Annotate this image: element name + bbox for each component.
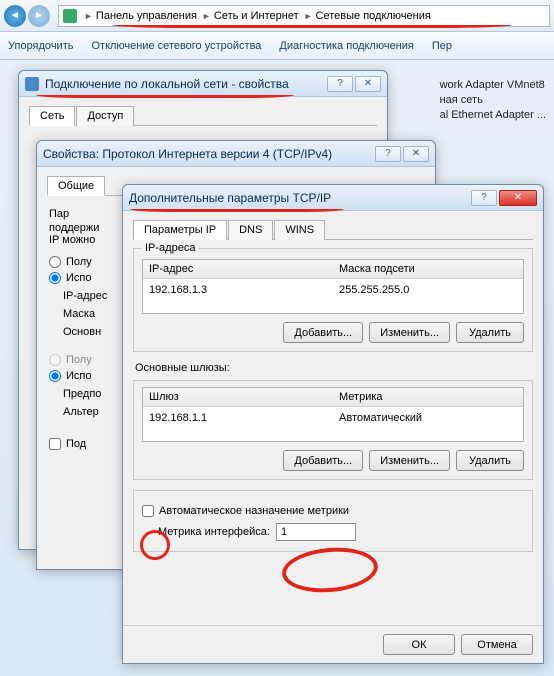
add-button[interactable]: Добавить... — [283, 322, 363, 343]
add-button[interactable]: Добавить... — [283, 450, 363, 471]
close-button[interactable]: ✕ — [403, 146, 429, 162]
radio-obtain-ip-auto[interactable] — [49, 256, 61, 268]
network-icon — [25, 77, 39, 91]
label-gateway: Основн — [63, 326, 101, 338]
cancel-button[interactable]: Отмена — [461, 634, 533, 655]
th-metric: Метрика — [333, 388, 523, 406]
annotation-underline — [36, 92, 294, 98]
label-alt-dns: Альтер — [63, 406, 99, 418]
back-button[interactable]: ◄ — [4, 5, 26, 27]
input-interface-metric[interactable] — [276, 523, 356, 541]
delete-button[interactable]: Удалить — [456, 322, 524, 343]
edit-button[interactable]: Изменить... — [369, 450, 450, 471]
label-mask: Маска — [63, 308, 95, 320]
label-ip: IP-адрес — [63, 290, 107, 302]
radio-use-dns[interactable] — [49, 370, 61, 382]
gateway-table: Шлюз Метрика 192.168.1.1 Автоматический — [142, 387, 524, 442]
tab-ip-settings[interactable]: Параметры IP — [133, 220, 227, 240]
th-mask: Маска подсети — [333, 260, 523, 278]
tab-access[interactable]: Доступ — [76, 106, 134, 126]
label-gateways: Основные шлюзы: — [135, 362, 533, 374]
toolbar-diagnose[interactable]: Диагностика подключения — [279, 40, 413, 52]
control-panel-icon — [63, 9, 77, 23]
window-title: Дополнительные параметры TCP/IP — [129, 191, 471, 205]
chevron-right-icon: ► — [202, 11, 211, 21]
radio-use-ip[interactable] — [49, 272, 61, 284]
chevron-right-icon: ► — [304, 11, 313, 21]
chevron-right-icon: ► — [84, 11, 93, 21]
ip-table: IP-адрес Маска подсети 192.168.1.3 255.2… — [142, 259, 524, 314]
tab-general[interactable]: Общие — [47, 176, 105, 196]
table-row[interactable]: 192.168.1.3 255.255.255.0 — [143, 279, 523, 301]
th-gateway: Шлюз — [143, 388, 333, 406]
forward-button[interactable]: ► — [28, 5, 50, 27]
close-button[interactable]: ✕ — [355, 76, 381, 92]
fieldset-ip-addresses: IP-адреса IP-адрес Маска подсети 192.168… — [133, 248, 533, 352]
toolbar-organize[interactable]: Упорядочить — [8, 40, 73, 52]
fieldset-gateways: Шлюз Метрика 192.168.1.1 Автоматический … — [133, 380, 533, 480]
fieldset-metric: Автоматическое назначение метрики Метрик… — [133, 490, 533, 552]
ok-button[interactable]: ОК — [383, 634, 455, 655]
window-advanced-tcpip: Дополнительные параметры TCP/IP ? ✕ Пара… — [122, 184, 544, 664]
toolbar-rename[interactable]: Пер — [432, 40, 452, 52]
label-interface-metric: Метрика интерфейса: — [158, 526, 270, 538]
label-pref-dns: Предпо — [63, 388, 101, 400]
delete-button[interactable]: Удалить — [456, 450, 524, 471]
help-button[interactable]: ? — [471, 190, 497, 206]
window-title: Свойства: Протокол Интернета версии 4 (T… — [43, 147, 375, 161]
radio-obtain-dns-auto[interactable] — [49, 354, 61, 366]
tab-wins[interactable]: WINS — [274, 220, 325, 240]
toolbar-disable-device[interactable]: Отключение сетевого устройства — [91, 40, 261, 52]
window-title: Подключение по локальной сети - свойства — [45, 77, 327, 91]
crumb-network-connections[interactable]: Сетевые подключения — [316, 10, 431, 22]
explorer-toolbar: Упорядочить Отключение сетевого устройст… — [0, 32, 554, 60]
annotation-underline — [130, 206, 344, 212]
table-row[interactable]: 192.168.1.1 Автоматический — [143, 407, 523, 429]
crumb-control-panel[interactable]: Панель управления — [96, 10, 197, 22]
tab-dns[interactable]: DNS — [228, 220, 273, 240]
th-ip: IP-адрес — [143, 260, 333, 278]
checkbox-validate[interactable] — [49, 438, 61, 450]
close-button[interactable]: ✕ — [499, 190, 537, 206]
edit-button[interactable]: Изменить... — [369, 322, 450, 343]
tab-network[interactable]: Сеть — [29, 106, 75, 126]
label-auto-metric: Автоматическое назначение метрики — [159, 505, 349, 517]
help-button[interactable]: ? — [327, 76, 353, 92]
checkbox-auto-metric[interactable] — [142, 505, 154, 517]
background-adapter-text: work Adapter VMnet8 ная сеть al Ethernet… — [440, 78, 546, 123]
annotation-underline — [112, 22, 512, 28]
help-button[interactable]: ? — [375, 146, 401, 162]
crumb-network-internet[interactable]: Сеть и Интернет — [214, 10, 299, 22]
